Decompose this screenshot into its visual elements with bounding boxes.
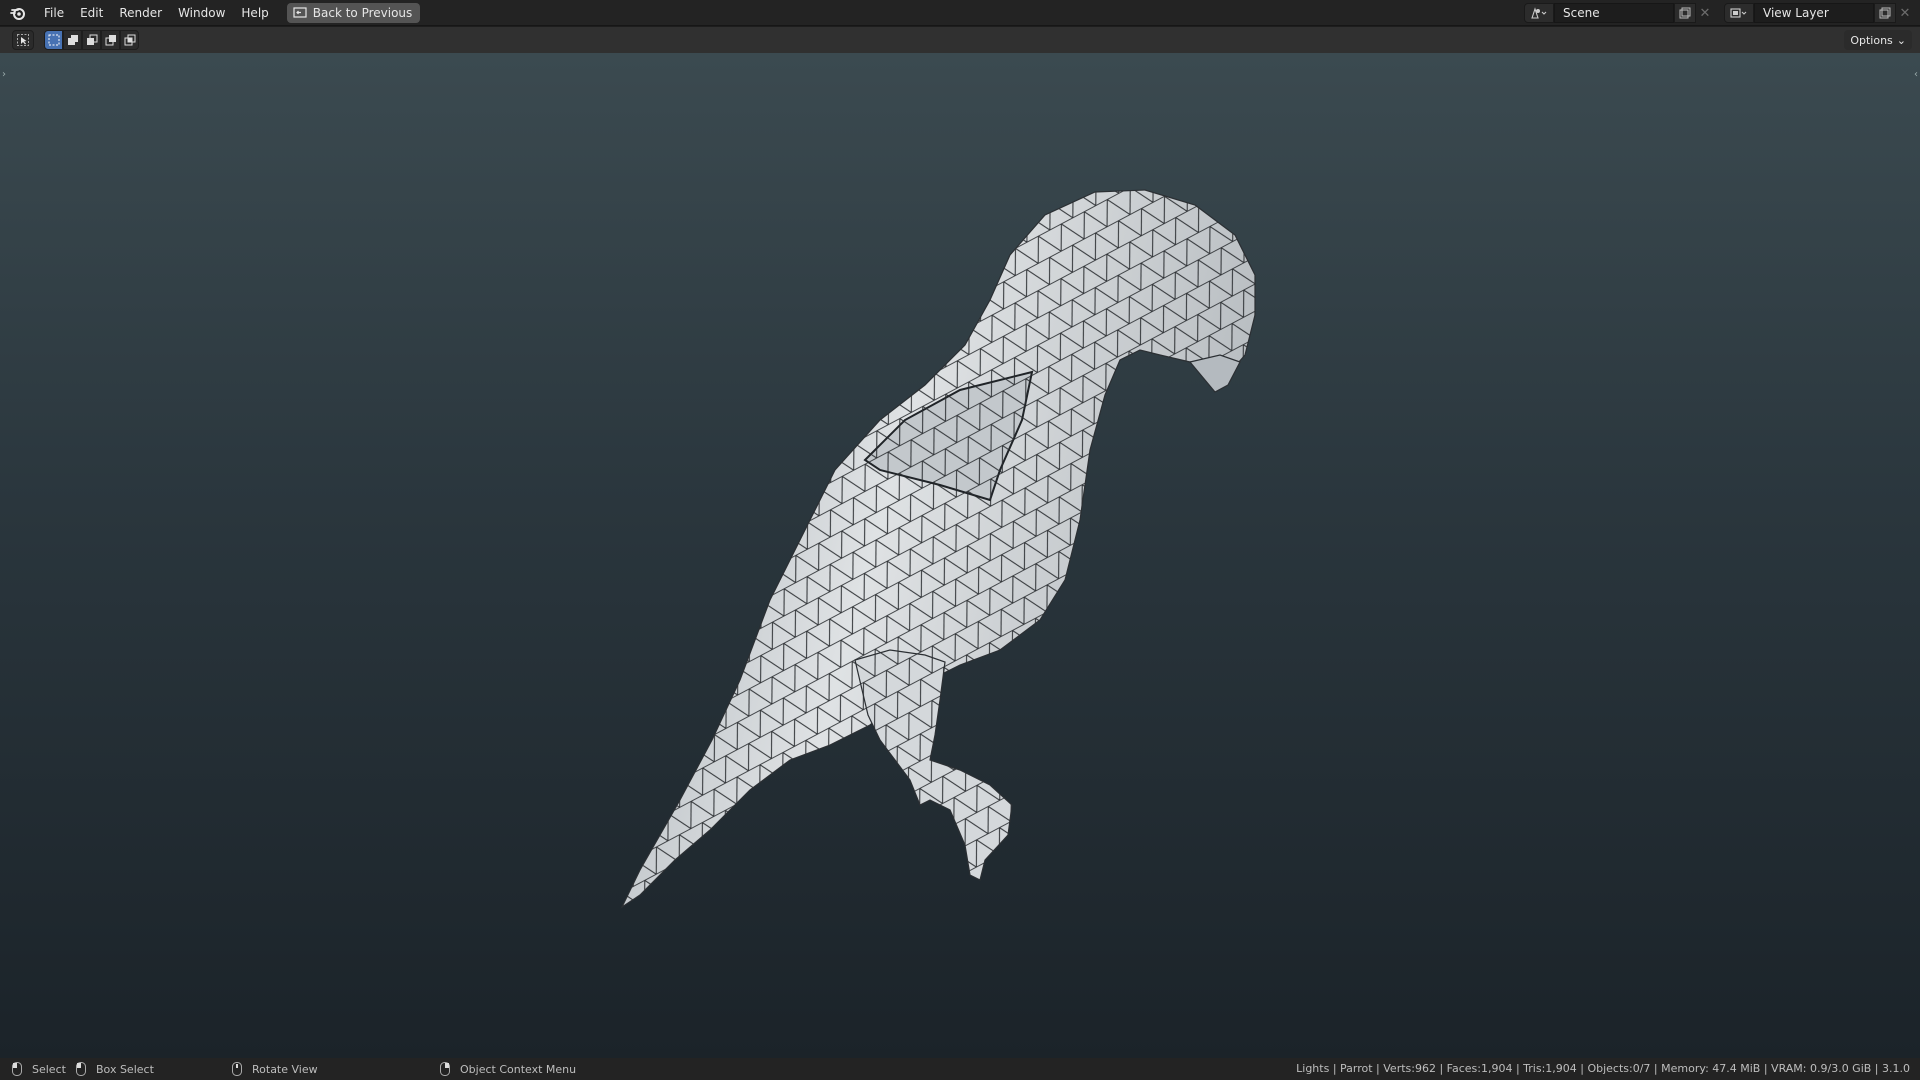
view-layer-browse-icon[interactable] — [1724, 3, 1754, 23]
mode-subtract-icon[interactable] — [82, 30, 101, 50]
hint-select: Select — [0, 1062, 74, 1076]
menu-edit[interactable]: Edit — [72, 0, 111, 26]
hint-box-select: Box Select — [74, 1062, 220, 1076]
selection-mode-group — [44, 30, 139, 50]
new-scene-icon[interactable] — [1674, 3, 1696, 23]
hint-select-label: Select — [32, 1062, 66, 1076]
view-layer-selector: View Layer ✕ — [1724, 3, 1914, 23]
back-to-previous-button[interactable]: Back to Previous — [286, 2, 421, 23]
hint-context-menu-label: Object Context Menu — [460, 1062, 577, 1076]
mode-invert-icon[interactable] — [101, 30, 120, 50]
menu-file[interactable]: File — [36, 0, 72, 26]
menu-help[interactable]: Help — [233, 0, 276, 26]
select-tool-icon[interactable] — [12, 30, 34, 50]
new-view-layer-icon[interactable] — [1874, 3, 1896, 23]
menu-render[interactable]: Render — [111, 0, 170, 26]
chevron-down-icon: ⌄ — [1896, 33, 1906, 47]
scene-statistics: Lights | Parrot | Verts:962 | Faces:1,90… — [1296, 1062, 1910, 1075]
screen-back-icon — [293, 6, 307, 18]
mouse-right-icon — [440, 1062, 450, 1076]
top-bar: File Edit Render Window Help Back to Pre… — [0, 0, 1920, 26]
mouse-drag-icon — [76, 1062, 86, 1076]
scene-name-field[interactable]: Scene — [1554, 3, 1674, 23]
hint-context-menu: Object Context Menu — [428, 1062, 576, 1076]
scene-selector: Scene ✕ — [1524, 3, 1714, 23]
back-to-previous-label: Back to Previous — [312, 5, 413, 20]
parrot-mesh[interactable] — [0, 53, 1920, 1058]
hint-box-select-label: Box Select — [96, 1062, 154, 1076]
scene-browse-icon[interactable] — [1524, 3, 1554, 23]
mouse-middle-icon — [232, 1062, 242, 1076]
delete-scene-icon[interactable]: ✕ — [1696, 3, 1714, 23]
menu-window[interactable]: Window — [170, 0, 233, 26]
options-dropdown[interactable]: Options ⌄ — [1844, 30, 1912, 50]
viewport-header: Options ⌄ — [0, 27, 1920, 53]
status-bar: Select Box Select Rotate View Object Con… — [0, 1058, 1920, 1080]
parrot-beak — [1188, 354, 1241, 393]
delete-view-layer-icon[interactable]: ✕ — [1896, 3, 1914, 23]
blender-logo-icon[interactable] — [0, 0, 36, 26]
mode-set-icon[interactable] — [44, 30, 63, 50]
hint-rotate-view: Rotate View — [220, 1062, 428, 1076]
mouse-left-icon — [12, 1062, 22, 1076]
mode-intersect-icon[interactable] — [120, 30, 139, 50]
mode-extend-icon[interactable] — [63, 30, 82, 50]
3d-viewport[interactable]: › ‹ — [0, 53, 1920, 1058]
hint-rotate-view-label: Rotate View — [252, 1062, 318, 1076]
view-layer-name-field[interactable]: View Layer — [1754, 3, 1874, 23]
options-label: Options — [1850, 33, 1893, 47]
